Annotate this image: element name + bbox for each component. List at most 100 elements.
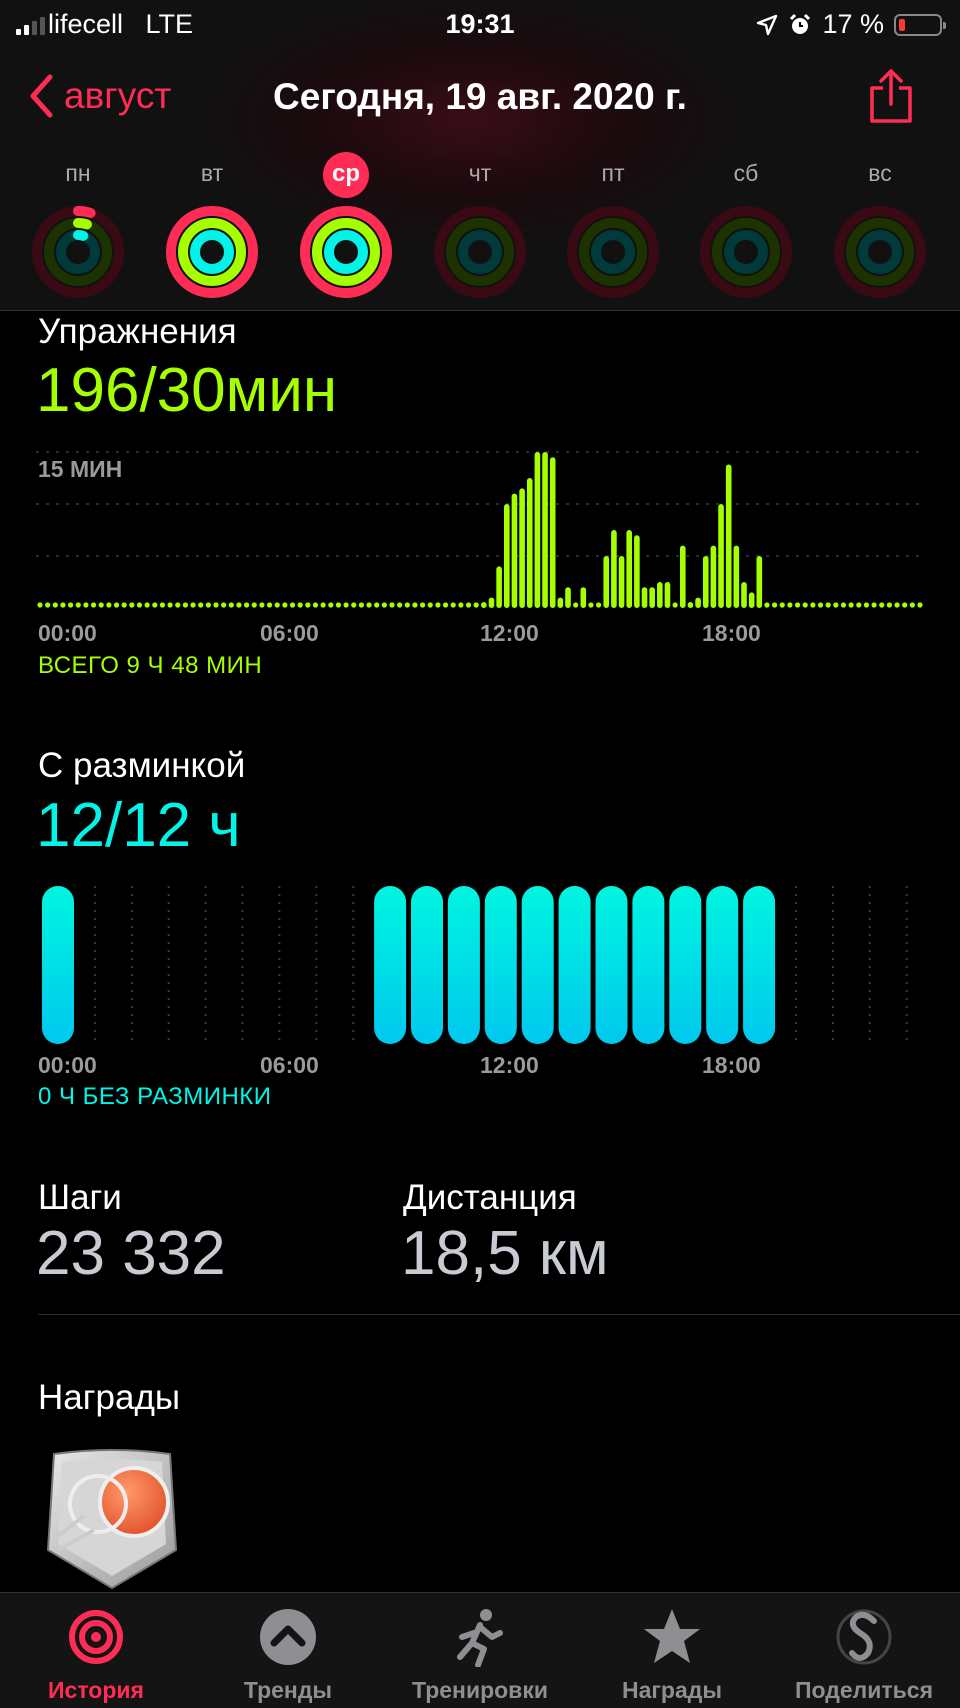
exercise-bar: [121, 602, 127, 608]
exercise-bar: [113, 602, 120, 608]
stand-note: 0 Ч БЕЗ РАЗМИНКИ: [38, 1083, 272, 1110]
tab-0[interactable]: История: [0, 1593, 192, 1708]
exercise-bar: [565, 587, 571, 608]
stand-axis-0: 00:00: [38, 1052, 97, 1078]
day-label: вт: [200, 160, 224, 186]
header-area: lifecell LTE 19:31 17 % август Сегодня, …: [0, 0, 960, 311]
tab-1[interactable]: Тренды: [192, 1593, 384, 1708]
tab-bar: История Тренды Тренировки Награды Поделиться: [0, 1592, 960, 1708]
exercise-bar: [465, 602, 472, 608]
exercise-bar: [649, 587, 655, 608]
exercise-bar: [481, 602, 487, 608]
exercise-axis-6: 06:00: [260, 620, 319, 646]
day-label: пт: [601, 160, 625, 186]
activity-rings-icon: [434, 206, 526, 298]
stand-axis-6: 06:00: [260, 1052, 319, 1078]
exercise-bar: [825, 602, 831, 608]
day-3[interactable]: чт: [425, 150, 535, 300]
day-label: сб: [733, 160, 759, 186]
exercise-chart: [36, 451, 923, 608]
exercise-bar: [75, 602, 81, 608]
day-1[interactable]: вт: [157, 150, 267, 300]
exercise-bar: [641, 587, 648, 608]
exercise-bar: [534, 452, 541, 608]
tab-4[interactable]: Поделиться: [768, 1593, 960, 1708]
day-0[interactable]: пн: [23, 150, 133, 300]
stand-value: 12/12 ч: [36, 791, 241, 860]
day-6[interactable]: вс: [825, 150, 935, 300]
exercise-bar: [794, 602, 801, 608]
day-label: пн: [65, 160, 91, 186]
exercise-bar: [618, 556, 625, 608]
exercise-bar: [90, 602, 97, 608]
exercise-bar: [335, 602, 342, 608]
stand-bar: [42, 886, 74, 1044]
award-star-icon: [644, 1609, 700, 1663]
tab-2[interactable]: Тренировки: [384, 1593, 576, 1708]
exercise-bar: [772, 602, 778, 608]
stand-bar: [374, 886, 407, 1044]
exercise-bar: [450, 602, 456, 608]
exercise-bar: [764, 602, 770, 608]
day-4[interactable]: пт: [558, 150, 668, 300]
exercise-bar: [557, 597, 564, 608]
tab-label: Поделиться: [794, 1677, 934, 1703]
stand-bar: [706, 886, 739, 1044]
exercise-bar: [152, 602, 158, 608]
tab-3[interactable]: Награды: [576, 1593, 768, 1708]
exercise-bar: [52, 602, 58, 608]
exercise-bar: [657, 582, 663, 608]
exercise-bar: [542, 452, 548, 608]
exercise-bar: [817, 602, 824, 608]
exercise-bar: [397, 602, 403, 608]
exercise-bar: [741, 582, 747, 608]
exercise-bar: [733, 545, 740, 608]
exercise-value: 196/30мин: [36, 356, 338, 425]
exercise-bar: [496, 566, 502, 608]
divider: [38, 1314, 960, 1315]
exercise-total: ВСЕГО 9 Ч 48 МИН: [38, 652, 263, 679]
exercise-bar: [526, 478, 533, 608]
day-label: чт: [468, 160, 492, 186]
day-2[interactable]: ср: [291, 150, 401, 300]
exercise-bar: [588, 602, 594, 608]
exercise-bar: [840, 602, 847, 608]
exercise-bar: [159, 602, 166, 608]
exercise-bar: [679, 545, 686, 608]
exercise-bar: [596, 602, 602, 608]
exercise-bar: [580, 587, 587, 608]
exercise-bar: [787, 602, 793, 608]
exercise-bar: [856, 602, 862, 608]
exercise-bar: [871, 602, 877, 608]
awards-title: Награды: [38, 1378, 181, 1417]
week-strip: пн вт ср чт пт сб вс: [0, 150, 960, 300]
share-button[interactable]: [868, 68, 914, 129]
exercise-bar: [725, 464, 732, 608]
stand-bar: [669, 886, 702, 1044]
exercise-bar: [833, 602, 839, 608]
exercise-bar: [511, 493, 518, 608]
award-rings-badge-icon: [46, 1449, 178, 1590]
day-5[interactable]: сб: [691, 150, 801, 300]
exercise-bar: [626, 530, 633, 608]
exercise-bar: [756, 556, 763, 608]
page-title: Сегодня, 19 авг. 2020 г.: [273, 76, 687, 117]
stand-bar: [595, 886, 628, 1044]
exercise-bar: [573, 602, 579, 608]
exercise-bar: [458, 602, 464, 608]
exercise-bar: [274, 602, 280, 608]
exercise-axis-12: 12:00: [480, 620, 539, 646]
steps-value: 23 332: [36, 1219, 226, 1288]
tab-label: Тренировки: [412, 1677, 548, 1703]
exercise-axis-0: 00:00: [38, 620, 97, 646]
location-arrow-icon: [757, 14, 778, 35]
exercise-bar: [779, 602, 785, 608]
distance-value: 18,5 км: [401, 1219, 609, 1288]
battery-icon: [894, 13, 946, 36]
award-badge[interactable]: [44, 1446, 180, 1595]
exercise-bar: [442, 602, 449, 608]
day-label: вс: [868, 160, 892, 186]
activity-rings-icon: [166, 206, 258, 298]
stand-bar: [521, 886, 554, 1044]
exercise-bar: [886, 602, 892, 608]
